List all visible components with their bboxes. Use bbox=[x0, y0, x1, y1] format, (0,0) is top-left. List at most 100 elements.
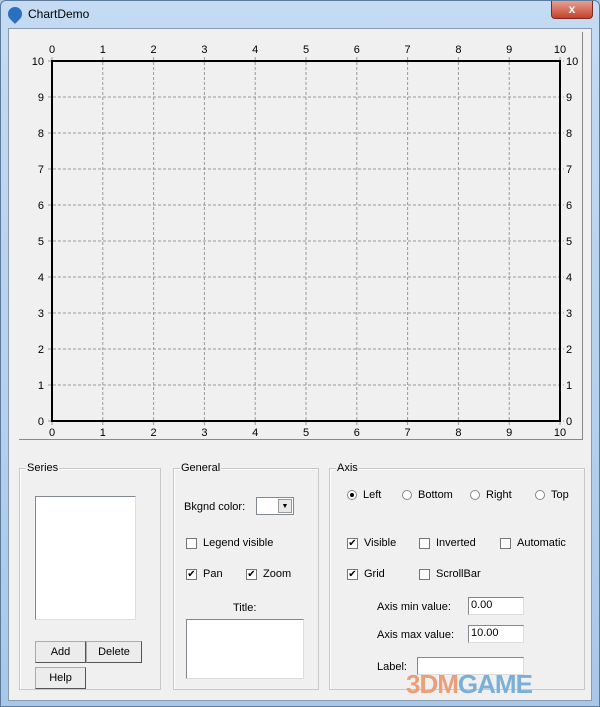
label-label: Label: bbox=[377, 661, 407, 673]
axis-max-label: Axis max value: bbox=[377, 629, 455, 641]
radio-left[interactable]: Left bbox=[347, 489, 381, 501]
pan-checkbox[interactable]: ✔ Pan bbox=[186, 568, 223, 580]
watermark-text: 3DM bbox=[406, 669, 459, 699]
axis-max-input[interactable]: 10.00 bbox=[468, 625, 524, 643]
y-tick-label-left: 0 bbox=[38, 416, 44, 428]
scrollbar-checkbox[interactable]: ScrollBar bbox=[419, 568, 481, 580]
visible-label: Visible bbox=[364, 537, 397, 549]
y-tick-label-left: 5 bbox=[38, 236, 44, 248]
automatic-checkbox[interactable]: Automatic bbox=[500, 537, 566, 549]
y-tick-label-right: 9 bbox=[566, 92, 572, 104]
help-button[interactable]: Help bbox=[35, 667, 86, 689]
grid-checkbox[interactable]: ✔ Grid bbox=[347, 568, 385, 580]
y-tick-label-left: 1 bbox=[38, 380, 44, 392]
radio-right[interactable]: Right bbox=[470, 489, 512, 501]
y-tick-label-left: 10 bbox=[32, 56, 44, 68]
watermark: 3DMGAME bbox=[406, 669, 533, 700]
x-tick-label-top: 2 bbox=[151, 44, 157, 56]
axis-min-input[interactable]: 0.00 bbox=[468, 597, 524, 615]
legend-visible-label: Legend visible bbox=[203, 537, 274, 549]
title-label: Title: bbox=[233, 602, 257, 614]
automatic-label: Automatic bbox=[517, 537, 566, 549]
y-tick-label-left: 9 bbox=[38, 92, 44, 104]
check-icon: ✔ bbox=[347, 568, 358, 580]
checkbox-box bbox=[500, 537, 511, 549]
x-tick-label-top: 4 bbox=[252, 44, 258, 56]
watermark-text: GAME bbox=[457, 669, 533, 699]
x-tick-label-top: 1 bbox=[100, 44, 106, 56]
x-tick-label-top: 7 bbox=[405, 44, 411, 56]
chart-control[interactable]: 0 0 1 1 2 2 3 3 4 4 5 5 6 6 7 7 8 8 9 9 10 10 0 0 1 1 2 2 3 3 4 4 5 5 6 6 7 7… bbox=[19, 32, 583, 440]
window-title: ChartDemo bbox=[28, 7, 90, 21]
axis-min-label: Axis min value: bbox=[377, 601, 451, 613]
scrollbar-label: ScrollBar bbox=[436, 568, 481, 580]
chart-svg: 0011223344556677889910100 01 12 23 34 45 56 67 7… bbox=[32, 44, 579, 439]
bkgnd-color-select[interactable]: ▼ bbox=[256, 497, 294, 515]
radio-icon bbox=[402, 490, 412, 500]
radio-top[interactable]: Top bbox=[535, 489, 569, 501]
check-icon: ✔ bbox=[347, 537, 358, 549]
x-tick-label-bottom: 2 bbox=[151, 427, 157, 439]
visible-checkbox[interactable]: ✔ Visible bbox=[347, 537, 396, 549]
y-tick-label-right: 10 bbox=[566, 56, 578, 68]
x-tick-label-top: 0 bbox=[49, 44, 55, 56]
y-tick-label-right: 5 bbox=[566, 236, 572, 248]
radio-label: Top bbox=[551, 489, 569, 501]
radio-label: Right bbox=[486, 489, 512, 501]
radio-bottom[interactable]: Bottom bbox=[402, 489, 453, 501]
x-tick-label-top: 6 bbox=[354, 44, 360, 56]
series-group: Series Add Delete Help bbox=[19, 462, 161, 690]
x-tick-label-bottom: 5 bbox=[303, 427, 309, 439]
y-tick-label-left: 7 bbox=[38, 164, 44, 176]
x-tick-label-top: 8 bbox=[455, 44, 461, 56]
x-tick-label-top: 10 bbox=[554, 44, 566, 56]
pan-label: Pan bbox=[203, 568, 223, 580]
title-bar: ChartDemo x bbox=[1, 1, 599, 27]
general-group-label: General bbox=[180, 462, 222, 474]
legend-visible-checkbox[interactable]: Legend visible bbox=[186, 537, 273, 549]
x-tick-label-bottom: 3 bbox=[201, 427, 207, 439]
y-tick-label-right: 0 bbox=[566, 416, 572, 428]
grid-label: Grid bbox=[364, 568, 385, 580]
close-button[interactable]: x bbox=[551, 1, 593, 19]
series-group-label: Series bbox=[26, 462, 60, 474]
client-area: 0 0 1 1 2 2 3 3 4 4 5 5 6 6 7 7 8 8 9 9 10 10 0 0 1 1 2 2 3 3 4 4 5 5 6 6 7 7… bbox=[8, 28, 592, 701]
zoom-label: Zoom bbox=[263, 568, 292, 580]
x-tick-label-bottom: 8 bbox=[455, 427, 461, 439]
y-tick-label-right: 3 bbox=[566, 308, 572, 320]
add-button[interactable]: Add bbox=[35, 641, 86, 663]
axis-group: Axis Left Bottom Right Top ✔ Visible Inve… bbox=[329, 462, 585, 690]
x-tick-label-bottom: 1 bbox=[100, 427, 106, 439]
y-tick-label-right: 2 bbox=[566, 344, 572, 356]
checkbox-box bbox=[186, 537, 197, 549]
check-icon: ✔ bbox=[246, 568, 257, 580]
y-tick-label-left: 4 bbox=[38, 272, 44, 284]
delete-button[interactable]: Delete bbox=[86, 641, 142, 663]
y-tick-label-right: 8 bbox=[566, 128, 572, 140]
x-tick-label-top: 5 bbox=[303, 44, 309, 56]
bkgnd-color-label: Bkgnd color: bbox=[184, 501, 246, 513]
app-icon bbox=[5, 4, 25, 24]
y-tick-label-right: 1 bbox=[566, 380, 572, 392]
zoom-checkbox[interactable]: ✔ Zoom bbox=[246, 568, 291, 580]
chevron-down-icon: ▼ bbox=[278, 499, 292, 513]
x-tick-label-bottom: 9 bbox=[506, 427, 512, 439]
checkbox-box bbox=[419, 537, 430, 549]
inverted-checkbox[interactable]: Inverted bbox=[419, 537, 476, 549]
x-tick-label-bottom: 0 bbox=[49, 427, 55, 439]
radio-icon bbox=[470, 490, 480, 500]
checkbox-box bbox=[419, 568, 430, 580]
y-tick-label-right: 6 bbox=[566, 200, 572, 212]
check-icon: ✔ bbox=[186, 568, 197, 580]
x-tick-label-bottom: 4 bbox=[252, 427, 258, 439]
x-tick-label-top: 9 bbox=[506, 44, 512, 56]
x-tick-label-top: 3 bbox=[201, 44, 207, 56]
series-list[interactable] bbox=[35, 496, 136, 620]
title-input[interactable] bbox=[186, 619, 304, 679]
radio-icon bbox=[347, 490, 357, 500]
radio-label: Left bbox=[363, 489, 382, 501]
y-tick-label-right: 7 bbox=[566, 164, 572, 176]
y-tick-label-left: 2 bbox=[38, 344, 44, 356]
y-tick-label-left: 3 bbox=[38, 308, 44, 320]
y-tick-label-left: 8 bbox=[38, 128, 44, 140]
